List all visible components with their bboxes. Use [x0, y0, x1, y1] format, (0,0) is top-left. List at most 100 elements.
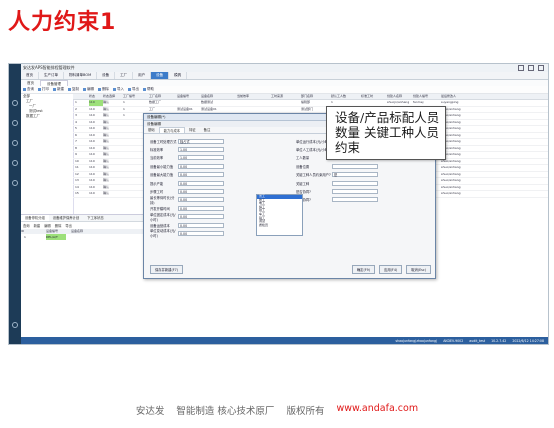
field-input[interactable]: 是	[332, 172, 378, 178]
cancel-button[interactable]: 取消(Esc)	[406, 265, 431, 274]
form-row: 设备位置	[296, 163, 378, 169]
field-input[interactable]: 0.00	[178, 222, 224, 228]
save-and-new-button[interactable]: 保存并新建(F7)	[150, 265, 184, 274]
plan-icon[interactable]	[12, 120, 18, 126]
field-input[interactable]: 0.00	[178, 214, 224, 220]
bottom-export-button[interactable]: 导出	[65, 223, 72, 228]
table-cell: 110	[89, 100, 103, 106]
col-header[interactable]: 最后修改人	[441, 94, 471, 99]
tab-capacity-cost[interactable]: 能力与成本	[158, 127, 186, 133]
col-header[interactable]: 创建人名称	[387, 94, 413, 99]
table-cell: 4	[75, 119, 77, 124]
table-cell: suyangping	[441, 100, 459, 104]
table-cell: 3	[75, 113, 77, 117]
field-input[interactable]	[332, 163, 378, 169]
new-button[interactable]: 新建	[53, 87, 64, 92]
edit-button[interactable]: 编辑	[83, 87, 94, 92]
col-header[interactable]	[73, 94, 89, 99]
table-row[interactable]: 1 DEL/A/T	[21, 234, 151, 240]
col-header[interactable]: 工时来源	[271, 94, 301, 99]
table-cell: 数据工厂	[149, 100, 162, 104]
field-input[interactable]	[332, 180, 378, 186]
menu-item[interactable]: 工厂	[115, 72, 134, 79]
col-header[interactable]: 状态选择	[103, 94, 123, 99]
col-header: 设备名称	[71, 229, 84, 233]
slide-footer: 安达发 智能制造 核心技术原厂 版权所有 www.andafa.com	[0, 403, 554, 421]
key-worktype-dropdown[interactable]: 普工 技工 电工 焊工 钳工 车工 铣工 调试 质检员	[256, 194, 303, 236]
col-header[interactable]: 创建人编号	[413, 94, 441, 99]
field-input[interactable]	[332, 188, 378, 194]
menu-item[interactable]: 设备	[97, 72, 116, 79]
data-icon[interactable]	[12, 140, 18, 146]
export-button[interactable]: 导出	[128, 87, 139, 92]
tab-next-process[interactable]: 下工序状态	[83, 215, 107, 221]
field-input[interactable]: 0.00	[178, 188, 224, 194]
help-icon	[143, 88, 146, 91]
col-header[interactable]: 当前效率	[237, 94, 271, 99]
menu-item[interactable]: 用户	[133, 72, 152, 79]
copy-icon	[68, 88, 71, 91]
settings-icon[interactable]	[12, 160, 18, 166]
col-header[interactable]: 部门名称	[301, 94, 331, 99]
status-ip: 10.2.7.42	[491, 338, 507, 343]
menu-item[interactable]: 生产订单	[39, 72, 64, 79]
form-row: 最长等待时长(分钟) 0.00	[150, 196, 224, 205]
import-button[interactable]: 导入	[113, 87, 124, 92]
col-header[interactable]: 设备名称	[201, 94, 237, 99]
field-input[interactable]: 1.00	[178, 146, 224, 152]
tools-icon[interactable]	[12, 322, 18, 328]
field-input[interactable]	[332, 197, 378, 203]
tree-node[interactable]: 数据工厂	[21, 114, 73, 119]
col-header[interactable]: 状态	[89, 94, 103, 99]
field-input[interactable]: 0.00	[178, 172, 224, 178]
menu-item[interactable]: 首页	[21, 72, 39, 79]
dropdown-option[interactable]: 质检员	[257, 223, 302, 228]
bottom-delete-button[interactable]: 删除	[55, 223, 62, 228]
menu-item[interactable]: 物料清单BOM	[64, 72, 98, 79]
col-header[interactable]: 标准工时	[361, 94, 387, 99]
tab-maintenance[interactable]: 设备维护保养计划	[49, 215, 83, 221]
field-input[interactable]: 0.00	[178, 230, 224, 236]
apply-button[interactable]: 应用(F4)	[379, 265, 403, 274]
table-cell: shuo/anhang	[441, 178, 461, 182]
col-header[interactable]: 默认工人数	[331, 94, 361, 99]
ok-button[interactable]: 确定(F9)	[351, 265, 376, 274]
maximize-icon[interactable]	[528, 65, 534, 71]
field-label: 设备最小能力值	[150, 164, 174, 169]
table-cell	[177, 100, 201, 106]
main-menu: 首页 生产订单 物料清单BOM 设备 工厂 用户 设备 模具	[21, 72, 548, 80]
tab-feature[interactable]: 特征	[185, 127, 200, 133]
query-button[interactable]: 查询	[23, 87, 34, 92]
field-input[interactable]: 0.00	[178, 205, 224, 211]
table-cell	[237, 107, 271, 113]
copy-button[interactable]: 复制	[68, 87, 79, 92]
bottom-new-button[interactable]: 新建	[34, 223, 41, 228]
report-icon[interactable]	[12, 180, 18, 186]
menu-item[interactable]: 模具	[169, 72, 188, 79]
field-input[interactable]: 0.00	[178, 163, 224, 169]
footer-copyright: 版权所有	[286, 406, 325, 417]
tab-remark[interactable]: 备注	[200, 127, 215, 133]
footer-url[interactable]: www.andafa.com	[336, 403, 418, 421]
field-input[interactable]: 独占式	[178, 138, 224, 144]
table-cell: 确认	[103, 106, 110, 111]
print-button[interactable]: 打印	[38, 87, 49, 92]
tab-basic[interactable]: 基础	[144, 127, 159, 133]
col-header[interactable]: 工厂名称	[149, 94, 177, 99]
field-input[interactable]: 0.00	[178, 180, 224, 186]
bottom-query-button[interactable]: 查询	[23, 223, 30, 228]
col-header[interactable]: 工厂编号	[123, 94, 149, 99]
window-title: 安达发APS智能排程管理软件	[23, 65, 75, 70]
field-input[interactable]: 0.00	[178, 197, 224, 203]
help-button[interactable]: 帮助	[143, 87, 154, 92]
minimize-icon[interactable]	[518, 65, 524, 71]
field-input[interactable]: 1.00	[178, 155, 224, 161]
bottom-edit-button[interactable]: 编辑	[44, 223, 51, 228]
menu-item-active[interactable]: 设备	[151, 72, 170, 79]
tab-stop-group[interactable]: 设备停机分组	[21, 215, 49, 221]
form-row: 设备工时处理方式 独占式	[150, 138, 224, 144]
col-header[interactable]: 设备编号	[177, 94, 201, 99]
home-icon[interactable]	[12, 100, 18, 106]
delete-button[interactable]: 删除	[98, 87, 109, 92]
close-icon[interactable]	[538, 65, 544, 71]
